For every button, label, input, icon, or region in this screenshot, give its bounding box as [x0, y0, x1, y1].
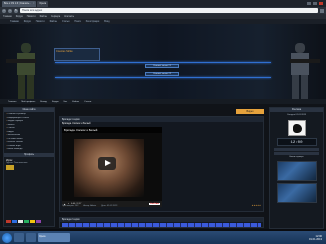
- soldier-left-image: [6, 43, 36, 99]
- right-box-title: Реклама: [270, 108, 323, 112]
- reload-icon[interactable]: ↻: [14, 8, 18, 13]
- ad-caption: Сегодня 01.01.2013: [287, 114, 306, 116]
- top-nav-link[interactable]: Статьи: [62, 21, 69, 23]
- profile-title: Профиль: [4, 152, 54, 157]
- user-role: Группа: Пользователи: [6, 161, 28, 164]
- logo-text: Counter-Strike: [56, 50, 73, 53]
- play-icon[interactable]: [98, 157, 116, 170]
- flag-counters: [6, 220, 54, 223]
- back-arrow-icon[interactable]: ‹: [2, 8, 6, 13]
- main-nav-link[interactable]: Статьи: [84, 101, 91, 103]
- left-sidebar: Меню сайта Главная страница Информация о…: [3, 107, 55, 227]
- system-tray: 12:00 01.01.2013: [309, 235, 324, 241]
- top-nav-link[interactable]: Форум: [24, 21, 31, 23]
- maximize-icon[interactable]: [313, 2, 317, 5]
- media-icon[interactable]: [26, 233, 36, 242]
- server-banner-image[interactable]: [276, 183, 317, 203]
- windows-taskbar: Opera 12:00 01.01.2013: [0, 231, 326, 244]
- servers-label: Наши сервера: [289, 156, 304, 158]
- site-logo[interactable]: Counter-Strike: [54, 48, 100, 61]
- tab-title: Все о CS 1.6 | Скачать...: [4, 2, 31, 5]
- post-date: Дата: 01.01.2013: [101, 205, 118, 207]
- flag-icon: [12, 220, 17, 223]
- main-nav-link[interactable]: Форум: [52, 101, 59, 103]
- user-panel: Игрок Группа: Пользователи: [6, 159, 52, 170]
- top-nav-link[interactable]: Поиск: [74, 21, 80, 23]
- main-nav-link[interactable]: Мой профиль: [21, 101, 35, 103]
- sidebar-menu: Главная страница Информация о сайте Фору…: [4, 112, 54, 153]
- bookmark-link[interactable]: Файлы: [40, 16, 47, 18]
- section-badge[interactable]: Видео: [236, 109, 264, 114]
- video-post: Бригада 1 серия Бригада. Космос и Белый …: [59, 116, 264, 212]
- divider: [274, 152, 319, 155]
- bookmark-link[interactable]: Контакты: [64, 16, 74, 18]
- minimize-icon[interactable]: [307, 2, 311, 5]
- explorer-icon[interactable]: [14, 233, 24, 242]
- taskbar-window-button[interactable]: Opera: [38, 233, 70, 242]
- bookmark-link[interactable]: Сервера: [51, 16, 60, 18]
- bookmark-link[interactable]: Новости: [27, 16, 36, 18]
- bookmark-link[interactable]: Главная: [3, 16, 12, 18]
- server-connect-button[interactable]: Connect server #2: [145, 72, 179, 76]
- post-footer: Просмотров: 102 Автор: Admin Дата: 01.01…: [62, 205, 261, 209]
- server-banner-image[interactable]: [276, 161, 317, 181]
- close-window-icon[interactable]: [319, 2, 323, 5]
- clock-widget: 12:00: [276, 138, 317, 146]
- top-nav-link[interactable]: Регистрация: [86, 21, 99, 23]
- main-nav: Главная Мой профиль Выход Форум Чат Файл…: [0, 99, 326, 104]
- flag-icon: [24, 220, 29, 223]
- sidebar-item[interactable]: Наша команда: [6, 148, 52, 152]
- flag-icon: [18, 220, 23, 223]
- close-tab-icon[interactable]: ×: [33, 2, 34, 5]
- server-connect-button[interactable]: Connect server #1: [145, 64, 179, 68]
- browser-tab[interactable]: Все о CS 1.6 | Скачать... ×: [2, 0, 37, 7]
- video-player[interactable]: Бригада. Космос и Белый ▶ ◖ 0:00 / 2:17 …: [62, 127, 162, 207]
- avatar: [6, 164, 14, 170]
- taskbar-window-label: Opera: [39, 236, 46, 238]
- address-bar: ‹ › ↻ Поиск или адрес: [0, 7, 326, 14]
- flag-icon: [6, 220, 11, 223]
- banner-divider: [55, 77, 271, 78]
- bookmark-link[interactable]: Форум: [16, 16, 23, 18]
- right-sidebar: Реклама Сегодня 01.01.2013 12:00 Наши се…: [269, 107, 324, 229]
- flag-icon: [30, 220, 35, 223]
- video-title[interactable]: Бригада. Космос и Белый: [62, 127, 162, 133]
- browser-menu-icon[interactable]: [320, 8, 324, 13]
- ad-box: Сегодня 01.01.2013 12:00 Наши сервера: [272, 114, 321, 203]
- browser-tab[interactable]: Opera: [37, 0, 49, 7]
- top-nav-link[interactable]: Новости: [36, 21, 45, 23]
- site-banner: Counter-Strike Connect server #1 Connect…: [0, 24, 326, 99]
- top-nav-link[interactable]: Главная: [10, 21, 19, 23]
- post-header[interactable]: Бригада 2 серия: [60, 218, 263, 222]
- top-nav-link[interactable]: Файлы: [50, 21, 57, 23]
- rating-stars[interactable]: ★★★★★: [252, 205, 261, 209]
- divider: [274, 148, 319, 151]
- post-subtitle: Бригада. Космос и Белый: [62, 122, 91, 125]
- post-views: Просмотров: 102: [62, 205, 79, 207]
- soldier-right-image: [290, 43, 320, 99]
- start-button-icon[interactable]: [2, 232, 12, 243]
- main-nav-link[interactable]: Чат: [63, 101, 67, 103]
- main-nav-link[interactable]: Файлы: [72, 101, 79, 103]
- post-links[interactable]: [62, 223, 261, 227]
- url-input[interactable]: Поиск или адрес: [20, 8, 318, 13]
- banner-divider: [55, 62, 271, 63]
- main-nav-link[interactable]: Выход: [40, 101, 47, 103]
- tab-title: Opera: [39, 2, 47, 5]
- ad-image[interactable]: [287, 120, 306, 136]
- top-nav-link[interactable]: Вход: [104, 21, 109, 23]
- forward-arrow-icon[interactable]: ›: [8, 8, 12, 13]
- video-post-2: Бригада 2 серия: [59, 217, 264, 228]
- window-controls: [307, 2, 326, 5]
- tray-date: 01.01.2013: [309, 237, 322, 241]
- flag-icon: [36, 220, 41, 223]
- browser-tab-bar: Все о CS 1.6 | Скачать... × Opera: [0, 0, 326, 7]
- post-author[interactable]: Автор: Admin: [83, 205, 96, 209]
- main-nav-link[interactable]: Главная: [8, 101, 16, 103]
